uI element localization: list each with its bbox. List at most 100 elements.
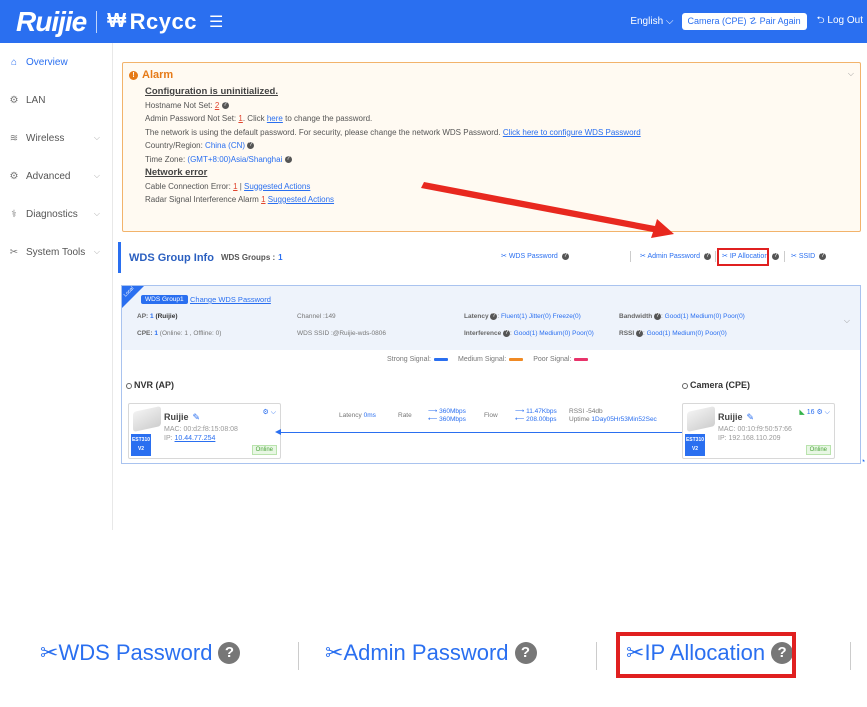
camera-device-card[interactable]: EST310 V2 Ruijie ✎ MAC: 00:10:f9:50:57:66…	[682, 403, 835, 459]
radar-count[interactable]: 1	[261, 195, 265, 204]
rate-values: ⟶ 360Mbps ⟵ 360Mbps	[428, 408, 466, 423]
help-icon: ?	[703, 252, 711, 260]
network-password-alarm: The network is using the default passwor…	[145, 127, 641, 137]
signal-icon: ◣	[799, 409, 805, 416]
chevron-down-icon: ⌵	[93, 247, 100, 256]
device-name: Ruijie ✎	[718, 412, 755, 422]
help-icon: ?	[490, 313, 498, 320]
zoom-wds-password: ✂ WDS Password?	[40, 640, 241, 666]
timezone-row: Time Zone: (GMT+8:00)Asia/Shanghai ?	[145, 154, 292, 164]
sidebar-item-overview[interactable]: ⌂ Overview	[0, 43, 112, 81]
hostname-alarm: Hostname Not Set: 2 ?	[145, 100, 229, 110]
divider	[298, 642, 299, 670]
flow-values: ⟶ 11.47Kbps ⟵ 208.00bps	[515, 408, 557, 423]
signal-legend: Strong Signal: Medium Signal: Poor Signa…	[387, 356, 598, 363]
alarm-list: Configuration is uninitialized. Hostname…	[145, 85, 641, 207]
divider	[784, 251, 785, 262]
device-mac: MAC: 00:d2:f8:15:08:08	[164, 426, 238, 433]
change-wds-password-link[interactable]: Change WDS Password	[190, 295, 271, 304]
hostname-count[interactable]: 2	[215, 101, 219, 110]
wds-group-panel: Local WDS Group1 Change WDS Password AP:…	[121, 285, 861, 464]
device-settings-icon[interactable]: ⚙ ⌵	[262, 408, 276, 417]
signal-settings[interactable]: ◣ 16 ⚙ ⌵	[799, 408, 830, 417]
admin-password-button[interactable]: ✂ Admin Password ?	[640, 252, 711, 260]
edit-icon[interactable]: ✎	[193, 412, 201, 422]
configure-wds-password-link[interactable]: Click here to configure WDS Password	[503, 128, 641, 137]
logout-button[interactable]: ⮌ Log Out	[817, 13, 863, 30]
reyee-brand: ₩ Rcycc	[107, 9, 197, 35]
radar-suggested-actions-link[interactable]: Suggested Actions	[268, 195, 334, 204]
sidebar-item-lan[interactable]: ⚙ LAN	[0, 81, 112, 119]
help-icon[interactable]: ?	[284, 155, 292, 163]
chevron-down-icon: ⌵	[93, 209, 100, 218]
device-ip: IP: 10.44.77.254	[164, 435, 216, 442]
help-icon[interactable]: ?	[247, 142, 255, 150]
camera-title: Camera (CPE)	[682, 380, 750, 390]
wds-actions: ✂ WDS Password ? ✂ Admin Password ? ✂ IP…	[121, 242, 864, 273]
latency-stat: Latency 0ms	[339, 412, 376, 419]
ip-allocation-highlight	[717, 248, 769, 266]
device-name: Ruijie ✎	[164, 412, 201, 422]
alarm-panel: ! Alarm ⌵ Configuration is uninitialized…	[122, 62, 861, 232]
ap-summary: AP: 1 (Ruijie)	[137, 313, 178, 320]
admin-password-alarm: Admin Password Not Set: 1. Click here to…	[145, 114, 373, 123]
help-icon: ?	[514, 642, 537, 664]
ssid-button[interactable]: ✂ SSID ?	[791, 252, 827, 260]
sidebar-item-wireless[interactable]: ≋ Wireless ⌵	[0, 119, 112, 157]
sidebar-item-advanced[interactable]: ⚙ Advanced ⌵	[0, 157, 112, 195]
pair-again-button[interactable]: Camera (CPE) ☡ Pair Again	[681, 13, 807, 30]
top-header: Ruijie ₩ Rcycc ☰ English ⌵ Camera (CPE) …	[0, 0, 867, 43]
device-image	[687, 406, 715, 432]
sidebar-item-diagnostics[interactable]: ⚕ Diagnostics ⌵	[0, 195, 112, 233]
device-ip: IP: 192.168.110.209	[718, 435, 781, 442]
model-badge: EST310 V2	[131, 434, 151, 456]
status-badge: Online	[251, 445, 277, 455]
diagnostics-icon: ⚕	[11, 208, 17, 220]
chevron-down-icon: ⌵	[93, 171, 100, 180]
floating-help-icon[interactable]: ◔	[860, 456, 865, 466]
timezone-value: (GMT+8:00)Asia/Shanghai	[187, 154, 283, 164]
logo-divider	[96, 10, 98, 33]
node-ring-icon	[126, 382, 132, 389]
language-select[interactable]: English ⌵	[630, 16, 673, 27]
channel-value: Channel :149	[297, 313, 336, 320]
cable-alarm: Cable Connection Error: 1 | Suggested Ac…	[145, 181, 311, 191]
divider	[630, 251, 631, 262]
change-password-link[interactable]: here	[267, 114, 283, 123]
chevron-down-icon: ⌵	[93, 133, 100, 142]
flow-label: Flow	[484, 412, 498, 419]
expand-chevron-icon[interactable]: ⌵	[844, 316, 850, 326]
header-right: English ⌵ Camera (CPE) ☡ Pair Again ⮌ Lo…	[630, 13, 867, 30]
sidebar-item-system-tools[interactable]: ✂ System Tools ⌵	[0, 233, 112, 271]
nvr-title: NVR (AP)	[126, 380, 174, 390]
nvr-device-card[interactable]: EST310 V2 Ruijie ✎ MAC: 00:d2:f8:15:08:08…	[128, 403, 281, 459]
edit-icon[interactable]: ✎	[747, 412, 755, 422]
status-badge: Online	[805, 445, 831, 455]
sidebar: ⌂ Overview ⚙ LAN ≋ Wireless ⌵ ⚙ Advanced…	[0, 43, 113, 530]
poor-signal-swatch	[574, 358, 589, 361]
sidebar-item-label: Advanced	[26, 170, 71, 182]
brand-mark-icon: ₩	[107, 10, 127, 32]
tools-icon: ✂	[9, 246, 19, 258]
help-icon[interactable]: ?	[221, 101, 229, 109]
cable-suggested-actions-link[interactable]: Suggested Actions	[244, 182, 310, 191]
sidebar-item-label: Diagnostics	[26, 208, 78, 220]
home-icon: ⌂	[10, 56, 18, 68]
wds-password-button[interactable]: ✂ WDS Password ?	[501, 252, 569, 260]
collapse-chevron-icon[interactable]: ⌵	[848, 69, 854, 79]
sidebar-item-label: LAN	[26, 94, 46, 106]
link-arrow-icon	[275, 429, 281, 435]
alarm-title: ! Alarm	[129, 69, 173, 81]
brand-text: Rcycc	[129, 8, 197, 34]
strong-signal-swatch	[433, 358, 448, 361]
wds-group-tag: WDS Group1	[141, 295, 188, 304]
help-icon: ?	[772, 252, 780, 260]
rssi-uptime: RSSI -54db Uptime 1Day05Hr53Min52Sec	[569, 408, 657, 423]
radar-alarm: Radar Signal Interference Alarm 1 Sugges…	[145, 195, 335, 204]
device-ip-link[interactable]: 10.44.77.254	[175, 435, 216, 442]
cable-count[interactable]: 1	[233, 182, 237, 191]
wifi-icon: ≋	[9, 132, 19, 144]
bandwidth-summary: Bandwidth ?: Good(1) Medium(0) Poor(0)	[619, 313, 745, 321]
help-icon: ?	[635, 330, 643, 337]
menu-icon[interactable]: ☰	[209, 12, 223, 32]
